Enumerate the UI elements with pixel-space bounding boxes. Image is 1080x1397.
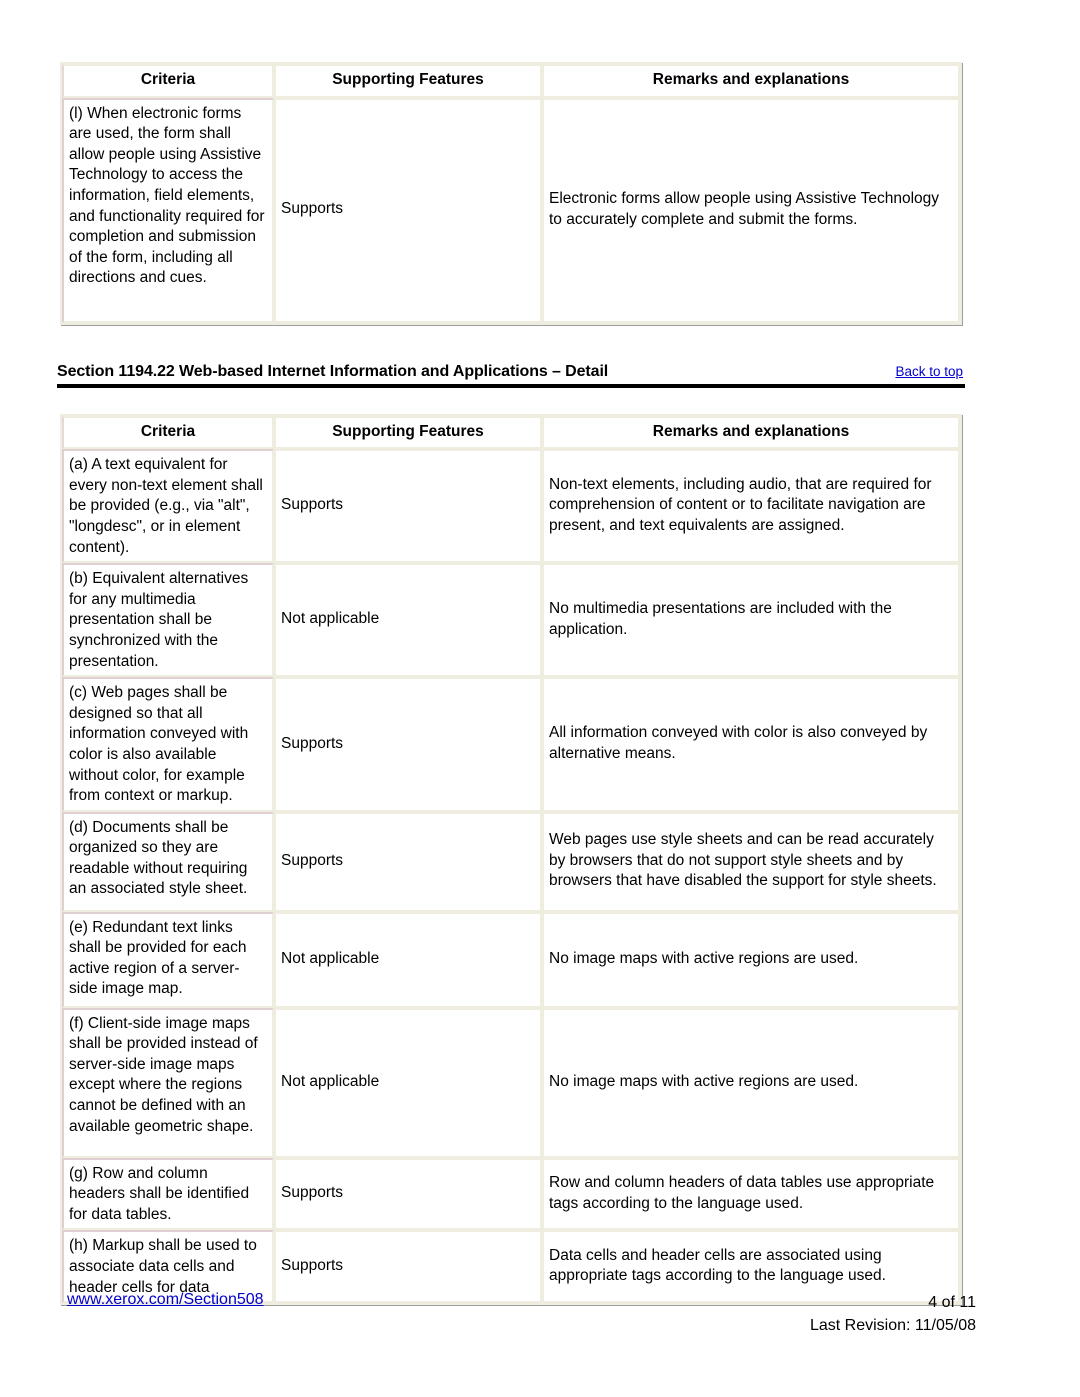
cell-remarks: All information conveyed with color is a… [542,677,960,812]
cell-supporting-features: Not applicable [274,1007,542,1158]
cell-supporting-features: Supports [274,677,542,812]
cell-supporting-features: Supports [274,811,542,912]
cell-supporting-features: Not applicable [274,563,542,678]
footer-url-link[interactable]: www.xerox.com/Section508 [67,1291,264,1309]
table-row: (e) Redundant text links shall be provid… [62,911,960,1008]
column-header-remarks: Remarks and explanations [542,64,960,98]
cell-remarks: Row and column headers of data tables us… [542,1157,960,1231]
cell-supporting-features: Not applicable [274,911,542,1008]
cell-criteria: (a) A text equivalent for every non-text… [62,449,274,564]
cell-remarks: Web pages use style sheets and can be re… [542,811,960,912]
support-text: Not applicable [281,610,380,628]
cell-remarks: No multimedia presentations are included… [542,563,960,678]
cell-criteria: (g) Row and column headers shall be iden… [62,1157,274,1231]
cell-criteria: (l) When electronic forms are used, the … [62,97,274,323]
support-text: Supports [281,200,344,218]
table-header-row: Criteria Supporting Features Remarks and… [62,415,960,450]
section-title: Section 1194.22 Web-based Internet Infor… [57,362,609,380]
section-heading-row: Section 1194.22 Web-based Internet Infor… [57,363,965,381]
column-header-supporting-features: Supporting Features [274,415,542,450]
table-row: (d) Documents shall be organized so they… [62,811,960,912]
cell-supporting-features: Supports [274,1157,542,1231]
cell-remarks: No image maps with active regions are us… [542,1007,960,1158]
page-number: 4 of 11 [928,1294,976,1311]
remarks-text: Electronic forms allow people using Assi… [549,190,939,228]
criteria-text: (b) Equivalent alternatives for any mult… [69,570,249,670]
criteria-text: (l) When electronic forms are used, the … [69,104,265,287]
column-header-criteria: Criteria [62,415,274,450]
cell-supporting-features: Supports [274,449,542,564]
footer-meta: 4 of 11 Last Revision: 11/05/08 [810,1291,976,1337]
section-divider-rule [57,383,965,388]
table-block-detail: Criteria Supporting Features Remarks and… [0,388,1080,1306]
cell-remarks: Electronic forms allow people using Assi… [542,97,960,323]
table-row: (a) A text equivalent for every non-text… [62,449,960,564]
criteria-text: (d) Documents shall be organized so they… [69,818,248,898]
support-text: Not applicable [281,949,380,967]
document-page: Criteria Supporting Features Remarks and… [0,0,1080,1397]
section-heading: Section 1194.22 Web-based Internet Infor… [57,325,965,388]
footer-inner: www.xerox.com/Section508 4 of 11 Last Re… [60,1291,1020,1351]
criteria-text: (g) Row and column headers shall be iden… [69,1164,250,1223]
vpat-table-detail: Criteria Supporting Features Remarks and… [60,413,962,1306]
support-text: Supports [281,1184,344,1202]
cell-criteria: (b) Equivalent alternatives for any mult… [62,563,274,678]
support-text: Supports [281,496,344,514]
cell-criteria: (e) Redundant text links shall be provid… [62,911,274,1008]
table-body: (l) When electronic forms are used, the … [62,97,960,323]
table-header-row: Criteria Supporting Features Remarks and… [62,64,960,98]
remarks-text: Web pages use style sheets and can be re… [549,831,937,890]
column-header-supporting-features: Supporting Features [274,64,542,98]
column-header-remarks: Remarks and explanations [542,415,960,450]
support-text: Not applicable [281,1072,380,1090]
cell-supporting-features: Supports [274,97,542,323]
remarks-text: All information conveyed with color is a… [549,724,928,762]
cell-criteria: (f) Client-side image maps shall be prov… [62,1007,274,1158]
criteria-text: (e) Redundant text links shall be provid… [69,918,247,998]
table-header: Criteria Supporting Features Remarks and… [62,64,960,98]
remarks-text: Non-text elements, including audio, that… [549,475,932,534]
criteria-text: (h) Markup shall be used to associate da… [69,1237,257,1296]
last-revision: Last Revision: 11/05/08 [809,1317,976,1334]
page-footer: www.xerox.com/Section508 4 of 11 Last Re… [0,1291,1080,1351]
support-text: Supports [281,734,344,752]
remarks-text: No image maps with active regions are us… [549,1072,859,1090]
remarks-text: Row and column headers of data tables us… [549,1173,935,1212]
support-text: Supports [281,1257,344,1275]
remarks-text: No multimedia presentations are included… [549,600,892,638]
criteria-text: (f) Client-side image maps shall be prov… [69,1014,258,1135]
table-body: (a) A text equivalent for every non-text… [62,449,960,1304]
support-text: Supports [281,851,344,869]
cell-criteria: (c) Web pages shall be designed so that … [62,677,274,812]
back-to-top-link[interactable]: Back to top [895,364,965,379]
table-row: (b) Equivalent alternatives for any mult… [62,563,960,678]
cell-remarks: Non-text elements, including audio, that… [542,449,960,564]
table-row: (g) Row and column headers shall be iden… [62,1157,960,1231]
table-header: Criteria Supporting Features Remarks and… [62,415,960,450]
criteria-text: (c) Web pages shall be designed so that … [69,684,249,805]
table-block-continued: Criteria Supporting Features Remarks and… [0,0,1080,325]
vpat-table-continued: Criteria Supporting Features Remarks and… [60,62,962,325]
column-header-criteria: Criteria [62,64,274,98]
cell-criteria: (d) Documents shall be organized so they… [62,811,274,912]
table-row: (f) Client-side image maps shall be prov… [62,1007,960,1158]
table-row: (c) Web pages shall be designed so that … [62,677,960,812]
criteria-text: (a) A text equivalent for every non-text… [69,456,263,556]
remarks-text: Data cells and header cells are associat… [549,1246,886,1285]
table-row: (l) When electronic forms are used, the … [62,97,960,323]
remarks-text: No image maps with active regions are us… [549,949,859,967]
cell-remarks: No image maps with active regions are us… [542,911,960,1008]
